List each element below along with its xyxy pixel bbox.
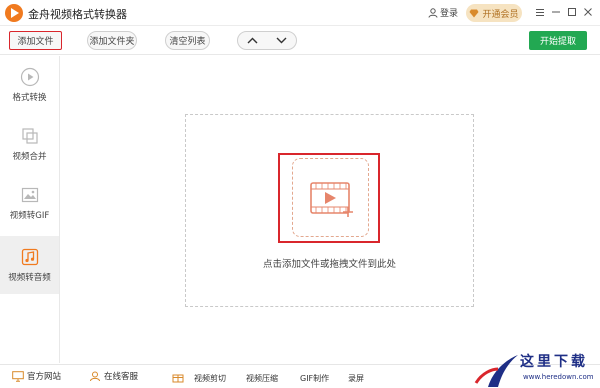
sidebar-item-label: 视频合并 <box>12 152 47 162</box>
diamond-icon <box>469 9 479 17</box>
watermark-url: www.heredown.com <box>523 373 594 381</box>
sidebar-item-video-merge[interactable]: 视频合并 <box>0 115 59 173</box>
menu-icon <box>536 8 544 16</box>
video-compress-link[interactable]: 视频压缩 <box>246 373 278 384</box>
maximize-button[interactable] <box>564 4 580 20</box>
maximize-icon <box>568 8 576 16</box>
watermark-text: 这里下载 <box>520 354 588 370</box>
sidebar-item-format-convert[interactable]: 格式转换 <box>0 56 59 114</box>
app-logo-icon <box>5 4 23 22</box>
screen-record-link[interactable]: 录屏 <box>348 373 364 384</box>
sidebar-item-video-to-audio[interactable]: 视频转音频 <box>0 236 59 294</box>
minimize-icon <box>552 11 560 13</box>
vip-button[interactable]: 开通会员 <box>466 4 522 22</box>
close-icon <box>584 8 592 16</box>
login-button[interactable]: 登录 <box>428 6 458 19</box>
music-note-icon <box>21 248 38 266</box>
online-service-link[interactable]: 在线客服 <box>89 370 138 382</box>
add-video-icon <box>310 182 353 217</box>
user-icon <box>428 7 438 18</box>
image-icon <box>21 187 38 203</box>
chevron-up-icon <box>247 37 258 44</box>
drop-hint-text: 点击添加文件或拖拽文件到此处 <box>262 259 396 270</box>
merge-icon <box>21 128 38 144</box>
official-site-link[interactable]: 官方网站 <box>12 370 61 382</box>
headset-icon <box>90 371 100 382</box>
gif-make-link[interactable]: GIF制作 <box>300 373 329 384</box>
title-bar: 金舟视频格式转换器 登录 开通会员 <box>0 0 600 26</box>
move-buttons <box>237 31 297 50</box>
monitor-icon <box>12 370 24 382</box>
add-file-area[interactable] <box>292 158 369 237</box>
sidebar-item-label: 格式转换 <box>12 93 47 103</box>
toolbar: 添加文件 添加文件夹 清空列表 开始提取 <box>0 27 600 55</box>
online-service-label: 在线客服 <box>104 372 139 382</box>
close-button[interactable] <box>580 4 596 20</box>
video-cut-link[interactable]: 视频剪切 <box>194 373 226 384</box>
sidebar: 格式转换 视频合并 视频转GIF 视频转音频 <box>0 56 60 363</box>
clear-list-button[interactable]: 清空列表 <box>165 31 210 50</box>
sidebar-item-label: 视频转GIF <box>9 211 50 221</box>
move-down-button[interactable] <box>267 32 296 49</box>
gift-icon <box>172 374 184 383</box>
sidebar-item-label: 视频转音频 <box>8 273 51 283</box>
add-folder-button[interactable]: 添加文件夹 <box>87 31 137 50</box>
play-circle-icon <box>20 67 39 87</box>
sidebar-item-video-to-gif[interactable]: 视频转GIF <box>0 174 59 232</box>
login-label: 登录 <box>440 9 459 19</box>
menu-button[interactable] <box>532 4 548 20</box>
chevron-down-icon <box>276 37 287 44</box>
add-file-button[interactable]: 添加文件 <box>9 31 62 50</box>
app-title: 金舟视频格式转换器 <box>28 8 127 21</box>
move-up-button[interactable] <box>238 32 267 49</box>
start-extract-button[interactable]: 开始提取 <box>529 31 587 50</box>
vip-label: 开通会员 <box>482 9 519 20</box>
minimize-button[interactable] <box>548 4 564 20</box>
official-site-label: 官方网站 <box>27 372 62 382</box>
